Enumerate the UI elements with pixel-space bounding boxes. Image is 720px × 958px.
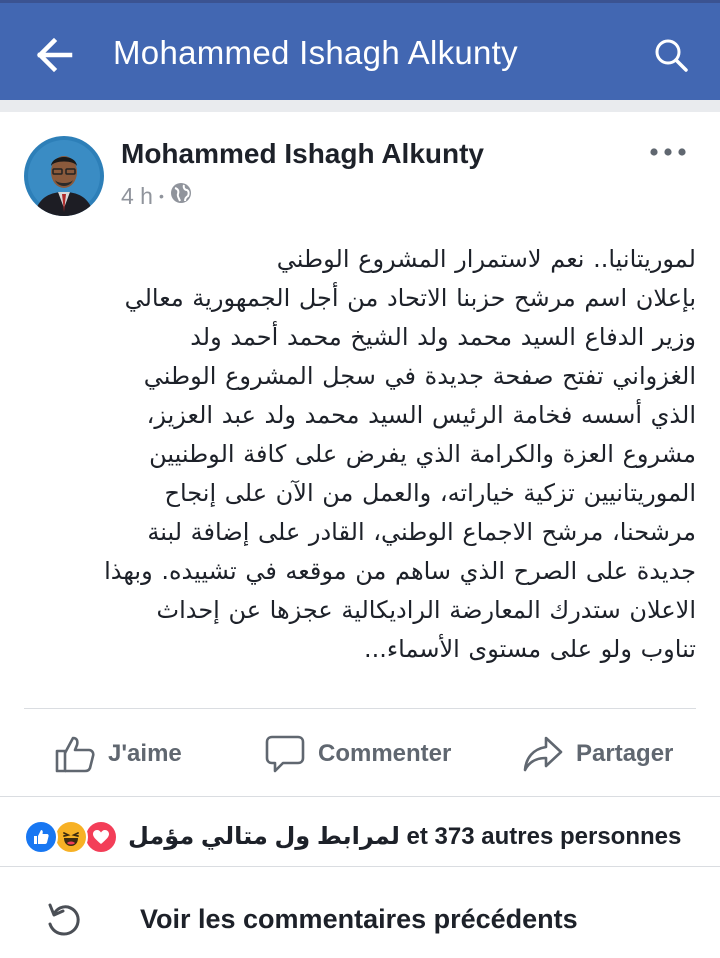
comment-button[interactable]: Commenter [264,724,451,784]
share-label: Partager [576,740,674,767]
post-time[interactable]: 4 h [121,183,153,210]
share-button[interactable]: Partager [522,724,673,784]
action-bar: J'aime Commenter Partager [0,724,720,784]
divider [0,866,720,867]
top-bar: Mohammed Ishagh Alkunty [0,0,720,100]
divider [0,796,720,797]
comment-label: Commenter [318,740,452,767]
post-meta: 4 h • [121,182,192,210]
like-label: J'aime [108,740,182,767]
post-text-line: وزير الدفاع السيد محمد ولد الشيخ محمد أح… [190,323,696,351]
post-text-line: مرشحنا، مرشح الاجماع الوطني، القادر على … [147,518,696,546]
share-icon [523,736,563,772]
refresh-icon [44,900,84,940]
globe-icon [170,182,192,210]
previous-comments-button[interactable]: Voir les commentaires précédents [0,872,720,958]
post-text-line: الاعلان ستدرك المعارضة الراديكالية عجزها… [156,596,696,624]
post-text-line: جديدة على الصرح الذي ساهم من موقعه في تش… [104,557,696,585]
post-text-line: مشروع العزة والكرامة الذي يفرض على كافة … [149,440,696,468]
post-text-line: لموريتانيا.. نعم لاستمرار المشروع الوطني [276,245,696,273]
author-name[interactable]: Mohammed Ishagh Alkunty [121,138,484,170]
post-text-line: بإعلان اسم مرشح حزبنا الاتحاد من أجل الج… [124,284,696,312]
love-reaction-icon [84,820,118,854]
post-text-line: الغزواني تفتح صفحة جديدة في سجل المشروع … [143,362,696,390]
reaction-summary[interactable]: لمرابط ول متالي مؤمل et 373 autres perso… [128,822,681,851]
comment-icon [265,735,305,773]
haha-reaction-icon [54,820,88,854]
avatar[interactable] [24,136,104,216]
divider [24,708,696,709]
post-text-line: الموريتانيين تزكية خياراته، والعمل من ال… [164,479,696,507]
previous-comments-label: Voir les commentaires précédents [140,904,578,934]
like-button[interactable]: J'aime [54,724,182,784]
like-icon [55,736,95,773]
reactions-row[interactable]: لمرابط ول متالي مؤمل et 373 autres perso… [0,812,720,862]
reaction-icons [24,820,124,854]
back-arrow-icon[interactable] [36,37,76,73]
post-text-line: الذي أسسه فخامة الرئيس السيد محمد ولد عب… [146,401,696,429]
post-card: Mohammed Ishagh Alkunty 4 h • لموريتانيا… [0,112,720,958]
more-dots-icon[interactable] [648,142,688,162]
search-icon[interactable] [652,37,692,73]
page-title: Mohammed Ishagh Alkunty [113,34,518,71]
like-reaction-icon [24,820,58,854]
post-text-line: تناوب ولو على مستوى الأسماء... [363,635,696,663]
meta-separator: • [158,188,164,204]
post-text: لموريتانيا.. نعم لاستمرار المشروع الوطني… [30,240,696,669]
